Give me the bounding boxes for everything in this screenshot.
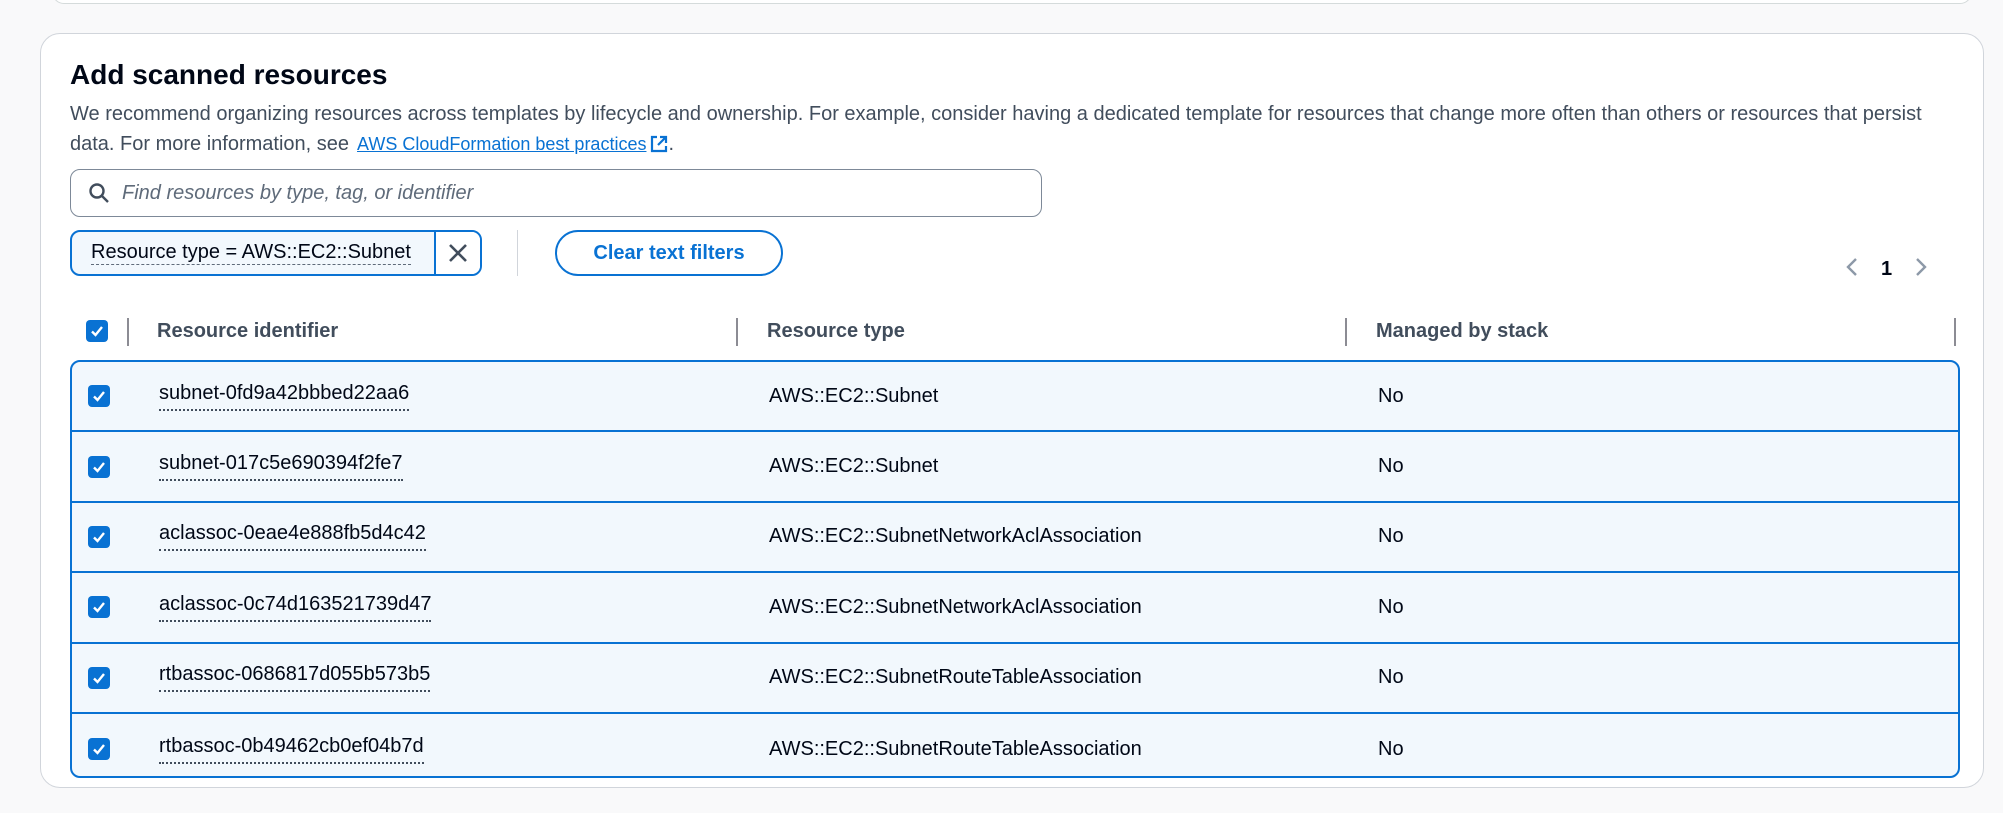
search-input[interactable] bbox=[120, 180, 1041, 206]
checkbox-checked[interactable] bbox=[88, 455, 110, 478]
resource-type: AWS::EC2::SubnetRouteTableAssociation bbox=[769, 737, 1142, 760]
column-resizer[interactable] bbox=[127, 318, 129, 346]
external-link-icon bbox=[650, 132, 668, 162]
managed-by-stack: No bbox=[1378, 384, 1404, 407]
table-row[interactable]: rtbassoc-0686817d055b573b5 AWS::EC2::Sub… bbox=[72, 644, 1958, 714]
resource-type: AWS::EC2::Subnet bbox=[769, 455, 939, 478]
row-checkbox[interactable] bbox=[88, 362, 110, 430]
resource-type: AWS::EC2::SubnetNetworkAclAssociation bbox=[769, 525, 1142, 548]
table-row[interactable]: aclassoc-0c74d163521739d47 AWS::EC2::Sub… bbox=[72, 573, 1958, 644]
table-header: Resource identifier Resource type Manage… bbox=[70, 302, 1960, 360]
table-row[interactable]: subnet-017c5e690394f2fe7 AWS::EC2::Subne… bbox=[72, 432, 1958, 503]
next-page-button[interactable] bbox=[1914, 256, 1928, 283]
checkbox-checked[interactable] bbox=[88, 525, 110, 548]
table-row[interactable]: aclassoc-0eae4e888fb5d4c42 AWS::EC2::Sub… bbox=[72, 503, 1958, 574]
table-body: subnet-0fd9a42bbbed22aa6 AWS::EC2::Subne… bbox=[70, 360, 1960, 778]
column-resizer[interactable] bbox=[1954, 318, 1956, 346]
checkmark-icon bbox=[91, 326, 103, 337]
resource-identifier[interactable]: aclassoc-0eae4e888fb5d4c42 bbox=[159, 503, 426, 571]
clear-text-filters-button[interactable]: Clear text filters bbox=[555, 230, 783, 276]
row-checkbox[interactable] bbox=[88, 432, 110, 500]
search-icon bbox=[88, 182, 110, 204]
best-practices-link[interactable]: AWS CloudFormation best practices bbox=[357, 134, 668, 154]
add-scanned-resources-panel: Add scanned resources We recommend organ… bbox=[40, 33, 1984, 788]
resource-identifier[interactable]: aclassoc-0c74d163521739d47 bbox=[159, 573, 432, 641]
checkmark-icon bbox=[93, 532, 105, 543]
checkbox-checked[interactable] bbox=[88, 666, 110, 689]
checkbox-checked[interactable] bbox=[88, 596, 110, 619]
column-header-resource-type[interactable]: Resource type bbox=[767, 302, 905, 360]
filter-token[interactable]: Resource type = AWS::EC2::Subnet bbox=[70, 230, 482, 276]
filter-token-label[interactable]: Resource type = AWS::EC2::Subnet bbox=[72, 232, 434, 274]
select-all-checkbox[interactable] bbox=[86, 302, 108, 360]
column-header-resource-identifier[interactable]: Resource identifier bbox=[157, 302, 338, 360]
checkbox-checked[interactable] bbox=[86, 320, 108, 342]
checkmark-icon bbox=[93, 461, 105, 473]
column-resizer[interactable] bbox=[736, 318, 738, 346]
description-text: We recommend organizing resources across… bbox=[70, 103, 1922, 155]
section-title: Add scanned resources bbox=[70, 59, 388, 90]
checkmark-icon bbox=[93, 672, 105, 684]
pagination: 1 bbox=[1845, 254, 1928, 284]
column-header-managed-by-stack[interactable]: Managed by stack bbox=[1376, 302, 1548, 360]
previous-card bbox=[52, 0, 1972, 4]
checkbox-checked[interactable] bbox=[88, 738, 110, 761]
checkmark-icon bbox=[93, 391, 105, 402]
resource-identifier[interactable]: subnet-0fd9a42bbbed22aa6 bbox=[159, 362, 410, 430]
resource-type: AWS::EC2::SubnetRouteTableAssociation bbox=[769, 666, 1142, 689]
table-row[interactable]: rtbassoc-0b49462cb0ef04b7d AWS::EC2::Sub… bbox=[72, 714, 1958, 776]
chevron-right-icon bbox=[1916, 257, 1927, 276]
resource-identifier[interactable]: rtbassoc-0b49462cb0ef04b7d bbox=[159, 714, 424, 776]
column-resizer[interactable] bbox=[1345, 318, 1347, 346]
table-row[interactable]: subnet-0fd9a42bbbed22aa6 AWS::EC2::Subne… bbox=[72, 362, 1958, 433]
checkmark-icon bbox=[93, 744, 105, 755]
row-checkbox[interactable] bbox=[88, 503, 110, 571]
best-practices-link-label: AWS CloudFormation best practices bbox=[357, 134, 647, 154]
previous-page-button[interactable] bbox=[1845, 256, 1859, 283]
checkmark-icon bbox=[93, 602, 105, 614]
managed-by-stack: No bbox=[1378, 595, 1404, 618]
checkbox-checked[interactable] bbox=[88, 385, 110, 408]
close-icon bbox=[449, 244, 467, 262]
managed-by-stack: No bbox=[1378, 666, 1404, 689]
filter-divider bbox=[517, 230, 518, 276]
managed-by-stack: No bbox=[1378, 525, 1404, 548]
page-number-current[interactable]: 1 bbox=[1881, 258, 1892, 281]
row-checkbox[interactable] bbox=[88, 714, 110, 776]
managed-by-stack: No bbox=[1378, 737, 1404, 760]
section-description: We recommend organizing resources across… bbox=[70, 99, 1960, 162]
row-checkbox[interactable] bbox=[88, 644, 110, 712]
resource-type: AWS::EC2::SubnetNetworkAclAssociation bbox=[769, 595, 1142, 618]
resource-identifier[interactable]: rtbassoc-0686817d055b573b5 bbox=[159, 644, 431, 712]
managed-by-stack: No bbox=[1378, 455, 1404, 478]
search-field[interactable] bbox=[70, 169, 1042, 217]
resource-type: AWS::EC2::Subnet bbox=[769, 384, 939, 407]
row-checkbox[interactable] bbox=[88, 573, 110, 641]
remove-filter-button[interactable] bbox=[434, 232, 480, 274]
resource-identifier[interactable]: subnet-017c5e690394f2fe7 bbox=[159, 432, 403, 500]
link-suffix: . bbox=[668, 133, 675, 155]
chevron-left-icon bbox=[1846, 257, 1857, 276]
